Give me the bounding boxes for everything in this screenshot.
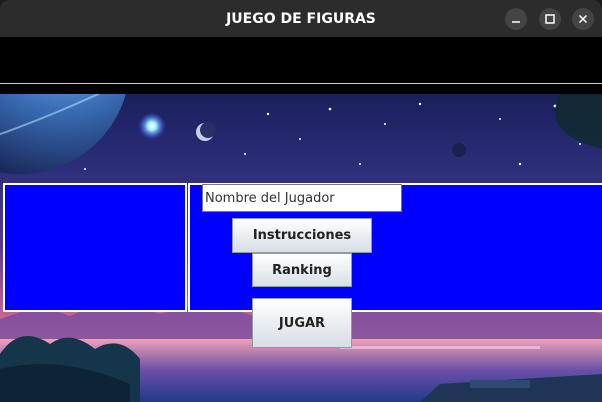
instructions-button[interactable]: Instrucciones [232, 218, 372, 253]
ranking-button[interactable]: Ranking [252, 253, 352, 287]
close-button[interactable] [572, 8, 594, 30]
maximize-icon [545, 14, 555, 24]
menu-area [0, 37, 602, 83]
close-icon [578, 14, 588, 24]
game-window: JUEGO DE FIGURAS Nombre del Jugador Inst… [0, 0, 602, 402]
left-panel [3, 183, 187, 312]
player-name-field[interactable] [202, 184, 402, 212]
maximize-button[interactable] [539, 8, 561, 30]
minimize-button[interactable] [505, 8, 527, 30]
top-strip [0, 84, 602, 94]
minimize-icon [512, 21, 520, 23]
title-bar[interactable]: JUEGO DE FIGURAS [0, 0, 602, 37]
play-button[interactable]: JUGAR [252, 298, 352, 348]
